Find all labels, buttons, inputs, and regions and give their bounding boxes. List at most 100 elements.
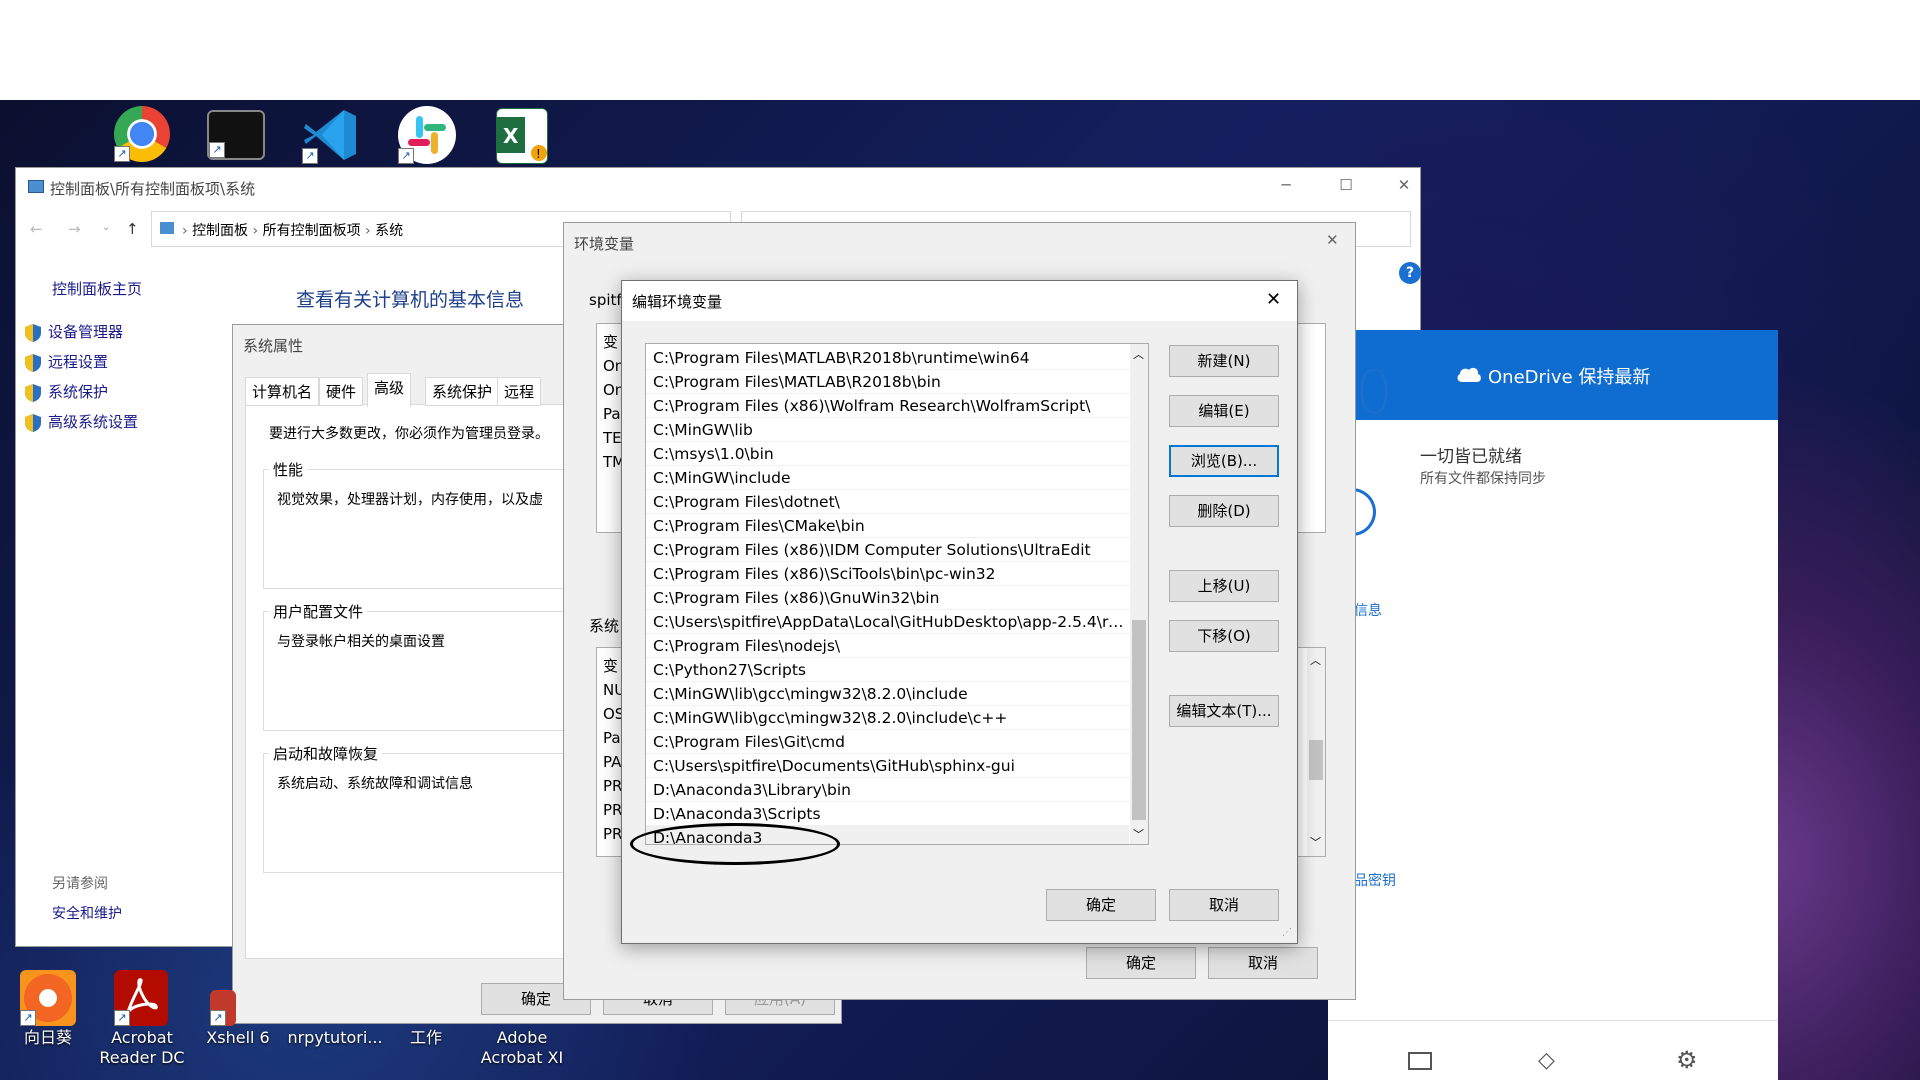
onedrive-footer-divider: [1328, 1020, 1778, 1021]
shortcut-arrow-icon: ↗: [20, 1010, 36, 1026]
path-list-item[interactable]: C:\Program Files\MATLAB\R2018b\runtime\w…: [646, 346, 1129, 370]
path-list[interactable]: C:\Program Files\MATLAB\R2018b\runtime\w…: [645, 343, 1149, 845]
cancel-button[interactable]: 取消: [1169, 889, 1279, 921]
tab-computer-name[interactable]: 计算机名: [245, 377, 320, 406]
startup-recovery-title: 启动和故障恢复: [269, 743, 383, 764]
shield-icon: [25, 323, 41, 342]
sidebar-item-system-protection[interactable]: 系统保护: [24, 381, 138, 411]
tab-remote[interactable]: 远程: [497, 377, 542, 406]
move-up-button[interactable]: 上移(U): [1169, 570, 1279, 602]
folder-icon[interactable]: [1408, 1052, 1432, 1070]
scroll-up-icon[interactable]: ︿: [1310, 652, 1321, 668]
scroll-thumb[interactable]: [1309, 740, 1323, 780]
scroll-down-icon[interactable]: ﹀: [1310, 834, 1321, 850]
path-list-item[interactable]: C:\MinGW\include: [646, 466, 1129, 490]
desktop-icon-label: 工作: [409, 1028, 442, 1047]
path-list-item[interactable]: D:\Anaconda3\Library\bin: [646, 778, 1129, 802]
forward-button[interactable]: →: [68, 220, 81, 238]
excel-icon[interactable]: X!: [496, 108, 548, 164]
shortcut-arrow-icon: ↗: [398, 148, 414, 164]
dialog-title: 编辑环境变量: [632, 293, 723, 311]
path-list-item[interactable]: C:\Program Files\nodejs\: [646, 634, 1129, 658]
onedrive-header-text: OneDrive 保持最新: [1488, 367, 1651, 388]
slack-icon[interactable]: ↗: [398, 106, 456, 164]
sunlogin-icon[interactable]: ↗: [20, 970, 76, 1026]
back-button[interactable]: ←: [30, 220, 43, 238]
dialog-title: 环境变量: [574, 235, 635, 253]
maximize-button[interactable]: ☐: [1326, 170, 1366, 200]
system-vars-label: 系统: [589, 617, 620, 635]
scrollbar[interactable]: ︿ ﹀: [1130, 344, 1148, 844]
path-list-item[interactable]: C:\msys\1.0\bin: [646, 442, 1129, 466]
path-list-item[interactable]: C:\MinGW\lib: [646, 418, 1129, 442]
acrobat-reader-icon[interactable]: ↗: [114, 970, 168, 1026]
cancel-button[interactable]: 取消: [1208, 947, 1318, 979]
browse-button[interactable]: 浏览(B)...: [1169, 445, 1279, 477]
support-info-link[interactable]: 信息: [1354, 600, 1382, 620]
move-down-button[interactable]: 下移(O): [1169, 620, 1279, 652]
edit-environment-variable-dialog: 编辑环境变量 ✕ C:\Program Files\MATLAB\R2018b\…: [621, 280, 1298, 944]
scroll-up-icon[interactable]: ︿: [1133, 346, 1144, 362]
cloud-icon: [1457, 367, 1481, 382]
path-list-item[interactable]: C:\Program Files\CMake\bin: [646, 514, 1129, 538]
scroll-thumb[interactable]: [1132, 620, 1146, 820]
product-key-link[interactable]: 品密钥: [1354, 870, 1396, 890]
computer-icon: [160, 222, 174, 234]
xshell-icon[interactable]: ↗: [210, 990, 236, 1026]
scrollbar[interactable]: ︿ ﹀: [1307, 648, 1325, 856]
new-button[interactable]: 新建(N): [1169, 345, 1279, 377]
shield-icon: [25, 383, 41, 402]
breadcrumb: › 控制面板 › 所有控制面板项 › 系统: [182, 223, 404, 239]
tab-hardware[interactable]: 硬件: [319, 377, 364, 406]
path-list-item[interactable]: C:\Python27\Scripts: [646, 658, 1129, 682]
path-list-item[interactable]: C:\Users\spitfire\AppData\Local\GitHubDe…: [646, 610, 1129, 634]
onedrive-status: 一切皆已就绪: [1420, 447, 1522, 467]
window-title: 控制面板\所有控制面板项\系统: [50, 180, 256, 198]
scroll-down-icon[interactable]: ﹀: [1133, 826, 1144, 842]
path-list-item[interactable]: C:\Program Files\dotnet\: [646, 490, 1129, 514]
edit-text-button[interactable]: 编辑文本(T)...: [1169, 695, 1279, 727]
path-list-item[interactable]: C:\Users\spitfire\Documents\GitHub\sphin…: [646, 754, 1129, 778]
help-icon[interactable]: ?: [1399, 262, 1421, 284]
sidebar-item-advanced-settings[interactable]: 高级系统设置: [24, 411, 138, 441]
sidebar-item-device-manager[interactable]: 设备管理器: [24, 321, 138, 351]
close-button[interactable]: ✕: [1266, 289, 1281, 310]
dialog-titlebar: [622, 281, 1297, 321]
path-list-item[interactable]: C:\MinGW\lib\gcc\mingw32\8.2.0\include\c…: [646, 706, 1129, 730]
vscode-icon[interactable]: ↗: [302, 106, 360, 164]
path-list-item[interactable]: C:\Program Files\Git\cmd: [646, 730, 1129, 754]
sidebar-home-link[interactable]: 控制面板主页: [52, 278, 142, 299]
breadcrumb-item[interactable]: 系统: [375, 223, 403, 239]
see-also-label: 另请参阅: [52, 876, 108, 892]
delete-button[interactable]: 删除(D): [1169, 495, 1279, 527]
path-list-item[interactable]: C:\Program Files\MATLAB\R2018b\bin: [646, 370, 1129, 394]
ok-button[interactable]: 确定: [1046, 889, 1156, 921]
close-button[interactable]: ✕: [1326, 231, 1339, 249]
sidebar-item-remote-settings[interactable]: 远程设置: [24, 351, 138, 381]
recent-dropdown-icon[interactable]: ⌄: [102, 222, 110, 233]
path-list-item[interactable]: C:\Program Files (x86)\IDM Computer Solu…: [646, 538, 1129, 562]
breadcrumb-item[interactable]: 所有控制面板项: [263, 223, 361, 239]
path-list-item[interactable]: C:\MinGW\lib\gcc\mingw32\8.2.0\include: [646, 682, 1129, 706]
tab-system-protection[interactable]: 系统保护: [425, 377, 500, 406]
path-list-item[interactable]: C:\Program Files (x86)\GnuWin32\bin: [646, 586, 1129, 610]
ok-button[interactable]: 确定: [1086, 947, 1196, 979]
user-profile-title: 用户配置文件: [269, 601, 368, 622]
edit-button[interactable]: 编辑(E): [1169, 395, 1279, 427]
close-button[interactable]: ✕: [1384, 170, 1424, 200]
settings-gear-icon[interactable]: ⚙: [1676, 1046, 1698, 1074]
terminal-icon[interactable]: ↗: [207, 110, 265, 160]
path-list-item[interactable]: C:\Program Files (x86)\SciTools\bin\pc-w…: [646, 562, 1129, 586]
page-title: 查看有关计算机的基本信息: [296, 289, 525, 311]
tab-advanced[interactable]: 高级: [367, 373, 412, 407]
minimize-button[interactable]: ─: [1266, 170, 1306, 200]
resize-grip-icon[interactable]: ⋰: [1282, 927, 1292, 938]
security-maintenance-link[interactable]: 安全和维护: [52, 903, 122, 923]
premium-diamond-icon[interactable]: ◇: [1538, 1048, 1555, 1073]
shortcut-arrow-icon: ↗: [210, 1010, 226, 1026]
up-button[interactable]: ↑: [126, 220, 139, 238]
windows-version-partial: 0: [1355, 358, 1394, 428]
path-list-item[interactable]: C:\Program Files (x86)\Wolfram Research\…: [646, 394, 1129, 418]
chrome-icon[interactable]: ↗: [114, 106, 170, 162]
breadcrumb-item[interactable]: 控制面板: [192, 223, 248, 239]
